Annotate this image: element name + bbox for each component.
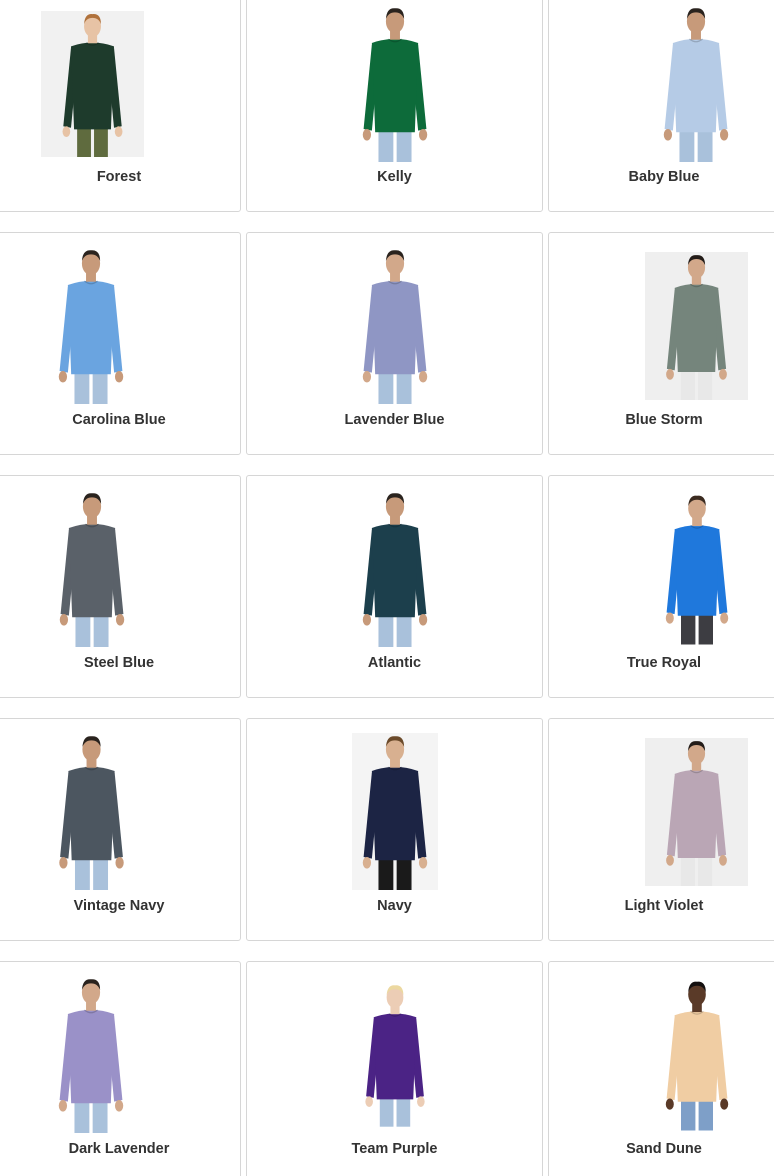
swatch-card-dark-lavender[interactable]: Dark Lavender (0, 961, 241, 1176)
product-photo (43, 733, 140, 890)
swatch-label: Blue Storm (625, 412, 703, 428)
product-photo (657, 976, 737, 1133)
swatch-card-kelly[interactable]: Kelly (246, 0, 543, 212)
swatch-card-sand-dune[interactable]: Sand Dune (548, 961, 774, 1176)
swatch-card-baby-blue[interactable]: Baby Blue (548, 0, 774, 212)
swatch-card-team-purple[interactable]: Team Purple (246, 961, 543, 1176)
swatch-label: Atlantic (367, 655, 422, 671)
swatch-label: Navy (377, 898, 412, 914)
swatch-label: Baby Blue (628, 169, 700, 185)
swatch-card-light-violet[interactable]: Light Violet (548, 718, 774, 941)
product-photo (651, 5, 741, 162)
product-photo (357, 976, 433, 1133)
swatch-label: Lavender Blue (344, 412, 445, 428)
swatch-card-carolina-blue[interactable]: Carolina Blue (0, 232, 241, 455)
product-photo (41, 11, 144, 157)
swatch-label: Sand Dune (626, 1141, 702, 1157)
swatch-card-blue-storm[interactable]: Blue Storm (548, 232, 774, 455)
color-swatch-grid: Forest Kelly Baby Blue Carolina Blue Lav… (0, 0, 774, 1176)
swatch-card-true-royal[interactable]: True Royal (548, 475, 774, 698)
swatch-card-steel-blue[interactable]: Steel Blue (0, 475, 241, 698)
swatch-label: Steel Blue (83, 655, 155, 671)
swatch-label: True Royal (626, 655, 702, 671)
product-photo (657, 490, 737, 647)
swatch-label: Vintage Navy (73, 898, 165, 914)
swatch-label: Carolina Blue (72, 412, 166, 428)
product-photo (49, 976, 133, 1133)
product-photo (47, 490, 137, 647)
swatch-card-navy[interactable]: Navy (246, 718, 543, 941)
product-photo (352, 247, 438, 404)
swatch-card-lavender-blue[interactable]: Lavender Blue (246, 232, 543, 455)
product-photo (352, 733, 438, 890)
product-photo (645, 738, 748, 886)
swatch-label: Team Purple (351, 1141, 438, 1157)
swatch-card-atlantic[interactable]: Atlantic (246, 475, 543, 698)
swatch-label: Light Violet (624, 898, 704, 914)
swatch-label: Dark Lavender (68, 1141, 170, 1157)
swatch-label: Forest (96, 169, 142, 185)
swatch-card-vintage-navy[interactable]: Vintage Navy (0, 718, 241, 941)
product-photo (49, 247, 133, 404)
product-photo (350, 490, 440, 647)
product-photo (645, 252, 748, 400)
swatch-label: Kelly (377, 169, 412, 185)
swatch-card-forest[interactable]: Forest (0, 0, 241, 212)
product-photo (352, 5, 438, 162)
